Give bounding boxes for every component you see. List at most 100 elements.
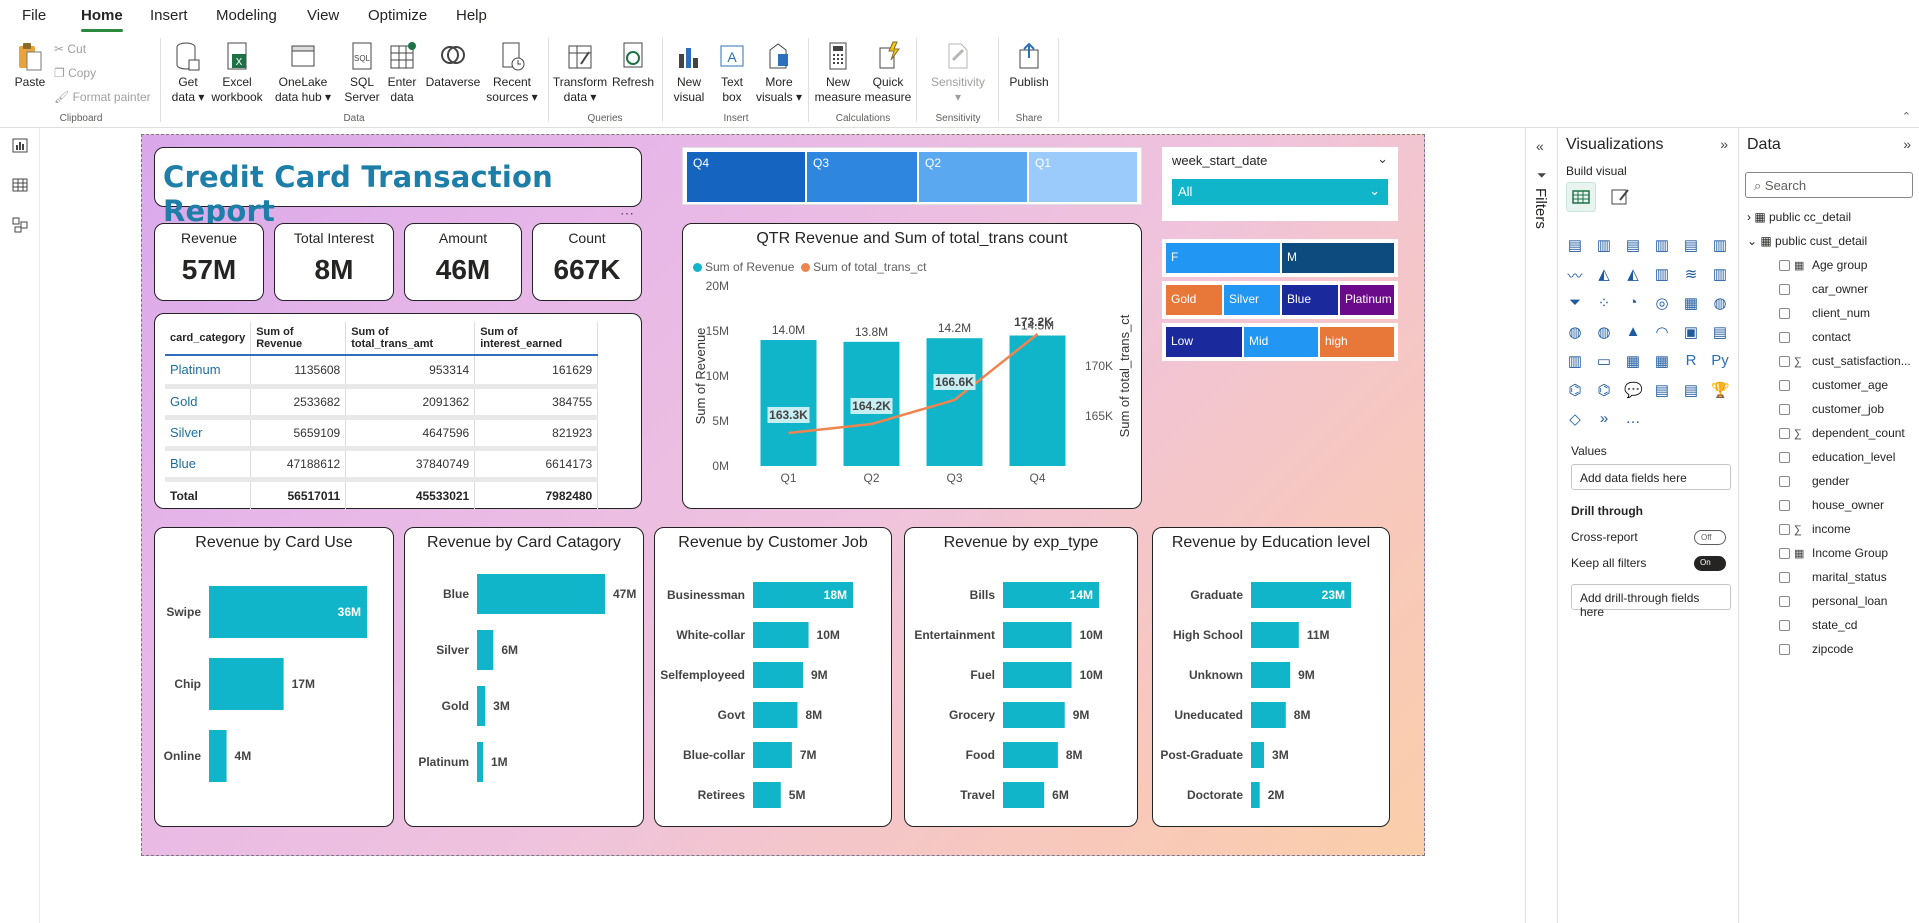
field-checkbox[interactable]: [1779, 644, 1790, 656]
chevron-down-icon[interactable]: ⌄: [1377, 151, 1388, 167]
model-view-icon[interactable]: [11, 216, 29, 234]
table-row[interactable]: Silver 5659109 4647596 821923: [165, 417, 599, 451]
bar[interactable]: [753, 662, 803, 688]
field-item[interactable]: marital_status: [1779, 570, 1887, 584]
bar-q1[interactable]: [760, 340, 817, 466]
table-row[interactable]: Platinum 1135608 953314 161629: [165, 355, 599, 389]
bar[interactable]: [1003, 782, 1045, 808]
more-options-icon[interactable]: ⋯: [620, 205, 635, 222]
slicer-q1[interactable]: Q1: [1029, 152, 1137, 202]
excel-workbook-button[interactable]: X Excel workbook: [210, 40, 264, 105]
field-item[interactable]: customer_age: [1779, 378, 1888, 392]
key-influencers-visual-icon[interactable]: ⌬: [1566, 381, 1584, 399]
line-visual-icon[interactable]: 〰: [1566, 265, 1584, 285]
field-checkbox[interactable]: [1779, 404, 1790, 416]
stacked-area-visual-icon[interactable]: ◭: [1624, 265, 1642, 283]
cross-report-toggle[interactable]: Off: [1694, 530, 1726, 545]
bar[interactable]: [477, 574, 605, 614]
kpi-card-amount[interactable]: Amount 46M: [404, 223, 522, 301]
data-table-2[interactable]: ⌄ ▦ public cust_detail: [1747, 234, 1867, 248]
field-checkbox[interactable]: [1779, 428, 1790, 440]
bar[interactable]: [477, 686, 486, 726]
menu-insert[interactable]: Insert: [150, 7, 188, 24]
map-visual-icon[interactable]: ◍: [1711, 294, 1729, 312]
menu-modeling[interactable]: Modeling: [216, 7, 277, 24]
decomposition-tree-visual-icon[interactable]: ⌬: [1595, 381, 1613, 399]
field-checkbox[interactable]: [1779, 476, 1790, 488]
donut-visual-icon[interactable]: ◎: [1653, 294, 1671, 312]
waterfall-visual-icon[interactable]: ▥: [1711, 265, 1729, 283]
menu-optimize[interactable]: Optimize: [368, 7, 427, 24]
scatter-visual-icon[interactable]: ⁘: [1595, 294, 1613, 312]
title-card[interactable]: Credit Card Transaction Report: [154, 147, 642, 228]
text-box-button[interactable]: A Text box: [712, 40, 752, 105]
field-item[interactable]: ▦ Age group: [1779, 258, 1867, 272]
bar[interactable]: [1251, 702, 1286, 728]
bar-q3[interactable]: [926, 338, 983, 466]
field-checkbox[interactable]: [1779, 356, 1790, 368]
bar[interactable]: [209, 658, 284, 710]
bar[interactable]: [1003, 622, 1072, 648]
multi-row-card-visual-icon[interactable]: ▤: [1711, 323, 1729, 341]
ribbon-visual-icon[interactable]: ≋: [1682, 265, 1700, 283]
narrative-visual-icon[interactable]: ▤: [1653, 381, 1671, 399]
gauge-visual-icon[interactable]: ◠: [1653, 323, 1671, 341]
field-checkbox[interactable]: [1779, 284, 1790, 296]
drill-through-drop-zone[interactable]: Add drill-through fields here: [1571, 584, 1731, 619]
bar[interactable]: [1251, 662, 1291, 688]
table-header[interactable]: Sum of total_trans_amt: [345, 322, 476, 356]
kpi-card-revenue[interactable]: Revenue 57M: [154, 223, 264, 301]
r-visual-visual-icon[interactable]: R: [1682, 352, 1700, 370]
enter-data-button[interactable]: Enter data: [382, 40, 422, 105]
100-column-visual-icon[interactable]: ▥: [1711, 236, 1729, 254]
slicer-high[interactable]: high: [1320, 327, 1394, 357]
bar[interactable]: [1251, 742, 1265, 768]
expand-filters-icon[interactable]: «: [1536, 138, 1544, 154]
field-checkbox[interactable]: [1779, 332, 1790, 344]
data-table-1[interactable]: › ▦ public cc_detail: [1747, 210, 1851, 224]
slicer-q3[interactable]: Q3: [807, 152, 917, 202]
revenue-by-card-use-card[interactable]: Revenue by Card Use Swipe 36M Chip 17M Onlin…: [154, 527, 394, 827]
field-item[interactable]: house_owner: [1779, 498, 1884, 512]
cut-button[interactable]: ✂ Cut: [54, 42, 86, 56]
power-automate-visual-icon[interactable]: »: [1595, 410, 1613, 428]
field-item[interactable]: ∑ cust_satisfaction...: [1779, 354, 1911, 368]
field-item[interactable]: state_cd: [1779, 618, 1857, 632]
slicer-f[interactable]: F: [1166, 243, 1280, 273]
search-input[interactable]: ⌕ Search: [1745, 172, 1913, 198]
table-header[interactable]: card_category: [165, 322, 252, 356]
collapse-pane-icon[interactable]: »: [1903, 136, 1911, 152]
field-checkbox[interactable]: [1779, 260, 1790, 272]
quick-measure-button[interactable]: Quick measure: [864, 40, 912, 105]
bar[interactable]: [753, 742, 792, 768]
kpi-visual-icon[interactable]: ▥: [1566, 352, 1584, 370]
sensitivity-button[interactable]: Sensitivity ▾: [926, 40, 990, 105]
goals-visual-icon[interactable]: 🏆: [1711, 381, 1730, 399]
funnel-visual-icon[interactable]: ⏷: [1566, 294, 1584, 312]
dataverse-button[interactable]: Dataverse: [424, 40, 482, 90]
slicer-visual-icon[interactable]: ▭: [1595, 352, 1613, 370]
bar[interactable]: [1003, 662, 1072, 688]
menu-home[interactable]: Home: [81, 7, 123, 32]
trans-count-line[interactable]: [788, 333, 1039, 435]
field-checkbox[interactable]: [1779, 452, 1790, 464]
bar-q4[interactable]: [1009, 335, 1066, 467]
field-checkbox[interactable]: [1779, 620, 1790, 632]
slicer-m[interactable]: M: [1282, 243, 1394, 273]
field-item[interactable]: ∑ income: [1779, 522, 1851, 536]
format-visual-tab[interactable]: [1606, 182, 1636, 212]
field-checkbox[interactable]: [1779, 524, 1790, 536]
bar[interactable]: [1251, 782, 1260, 808]
more-visual-icon[interactable]: …: [1624, 410, 1642, 428]
paginated-visual-icon[interactable]: ▤: [1682, 381, 1700, 399]
revenue-by-customer-job-card[interactable]: Revenue by Customer Job Businessman 18M Wh…: [654, 527, 892, 827]
slicer-low[interactable]: Low: [1166, 327, 1242, 357]
matrix-visual-icon[interactable]: ▦: [1653, 352, 1671, 370]
clustered-column-visual-icon[interactable]: ▥: [1653, 236, 1671, 254]
more-visuals-button[interactable]: More visuals ▾: [754, 40, 804, 105]
field-checkbox[interactable]: [1779, 308, 1790, 320]
new-visual-button[interactable]: New visual: [668, 40, 710, 105]
field-item[interactable]: personal_loan: [1779, 594, 1887, 608]
revenue-by-card-category-card[interactable]: Revenue by Card Catagory Blue 47M Silver 6M…: [404, 527, 644, 827]
treemap-visual-icon[interactable]: ▦: [1682, 294, 1700, 312]
